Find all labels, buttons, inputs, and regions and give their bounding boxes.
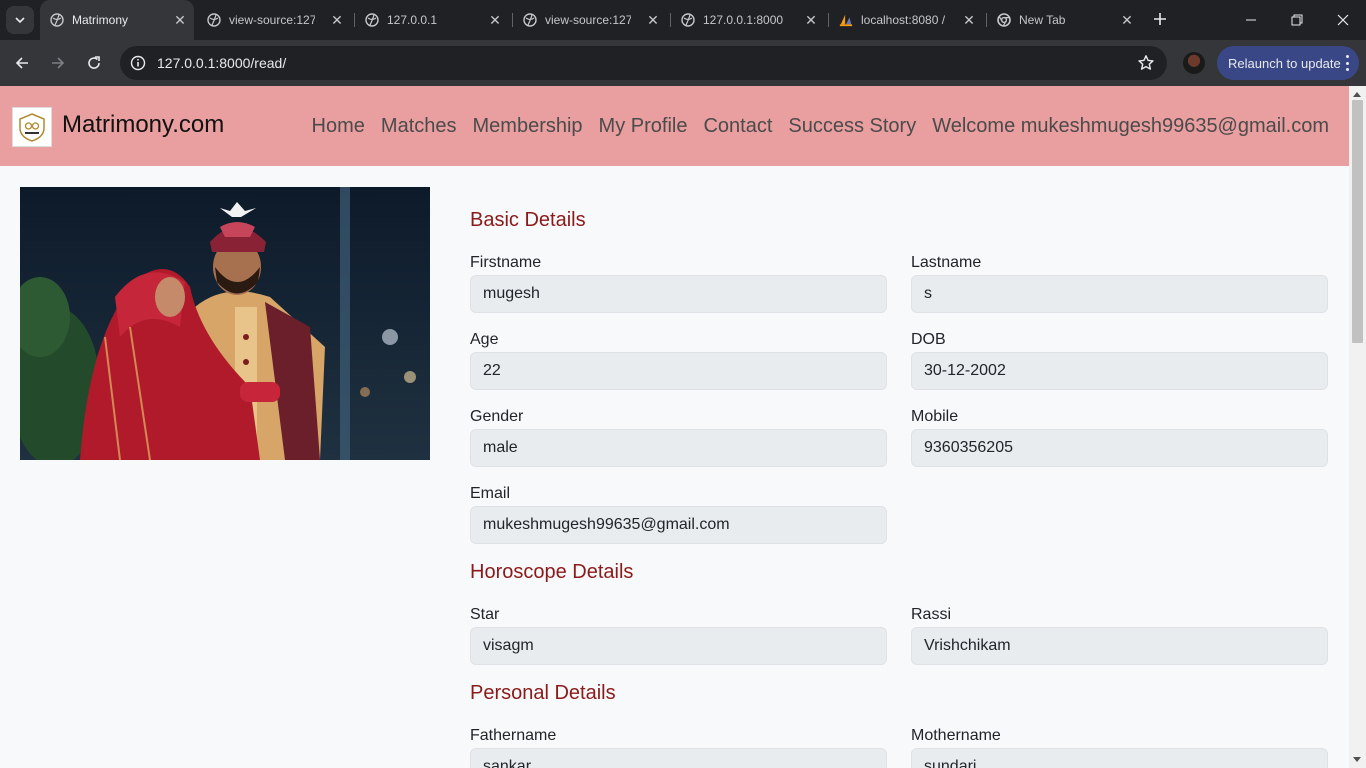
forward-button[interactable] bbox=[46, 51, 70, 75]
section-title-personal: Personal Details bbox=[470, 682, 616, 704]
label-gender: Gender bbox=[470, 408, 524, 425]
globe-icon bbox=[523, 13, 537, 27]
reload-icon bbox=[88, 56, 100, 69]
arrow-left-icon bbox=[15, 57, 28, 69]
bookmark-star-icon[interactable] bbox=[1137, 54, 1155, 72]
site-navbar: Matrimony.com Home Matches Membership My… bbox=[0, 86, 1349, 166]
dob-field[interactable]: 30-12-2002 bbox=[911, 352, 1328, 390]
tab-search-button[interactable] bbox=[6, 6, 34, 34]
mothername-field[interactable]: sundari bbox=[911, 748, 1328, 768]
globe-icon bbox=[207, 13, 221, 27]
section-title-horoscope: Horoscope Details bbox=[470, 561, 634, 583]
star-field[interactable]: visagm bbox=[470, 627, 887, 665]
tab-phpmyadmin[interactable]: localhost:8080 / ✕ bbox=[829, 0, 983, 40]
firstname-field[interactable]: mugesh bbox=[470, 275, 887, 313]
nav-welcome-user[interactable]: Welcome mukeshmugesh99635@gmail.com bbox=[932, 114, 1329, 138]
close-tab-icon[interactable]: ✕ bbox=[1119, 12, 1135, 28]
browser-toolbar: 127.0.0.1:8000/read/ Relaunch to update bbox=[0, 40, 1366, 86]
arrow-right-icon bbox=[52, 57, 65, 69]
nav-success-story[interactable]: Success Story bbox=[788, 114, 916, 138]
nav-membership[interactable]: Membership bbox=[473, 114, 583, 138]
close-window-button[interactable] bbox=[1328, 8, 1358, 32]
age-field[interactable]: 22 bbox=[470, 352, 887, 390]
site-logo[interactable] bbox=[12, 107, 52, 147]
fathername-field[interactable]: sankar bbox=[470, 748, 887, 768]
chrome-icon bbox=[997, 13, 1011, 27]
close-tab-icon[interactable]: ✕ bbox=[487, 12, 503, 28]
label-mobile: Mobile bbox=[911, 408, 959, 425]
lastname-field[interactable]: s bbox=[911, 275, 1328, 313]
new-tab-button[interactable] bbox=[1150, 10, 1170, 30]
globe-icon bbox=[681, 13, 695, 27]
restore-button[interactable] bbox=[1282, 8, 1312, 32]
rassi-field[interactable]: Vrishchikam bbox=[911, 627, 1328, 665]
scrollbar-thumb[interactable] bbox=[1352, 100, 1363, 343]
gender-field[interactable]: male bbox=[470, 429, 887, 467]
tab-title: view-source:127 bbox=[545, 13, 631, 27]
site-brand[interactable]: Matrimony.com bbox=[62, 111, 224, 139]
relaunch-button[interactable]: Relaunch to update bbox=[1217, 46, 1359, 80]
tab-localhost-1[interactable]: 127.0.0.1 ✕ bbox=[355, 0, 509, 40]
globe-icon bbox=[365, 13, 379, 27]
scroll-down-arrow-icon[interactable] bbox=[1353, 757, 1361, 762]
label-email: Email bbox=[470, 485, 511, 502]
label-age: Age bbox=[470, 331, 499, 348]
label-firstname: Firstname bbox=[470, 254, 542, 271]
close-icon bbox=[1337, 14, 1349, 26]
url-text[interactable]: 127.0.0.1:8000/read/ bbox=[157, 55, 286, 71]
tab-title: localhost:8080 / bbox=[861, 13, 946, 27]
reload-button[interactable] bbox=[82, 51, 106, 75]
label-fathername: Fathername bbox=[470, 727, 557, 744]
address-bar[interactable]: 127.0.0.1:8000/read/ bbox=[120, 46, 1167, 80]
back-button[interactable] bbox=[10, 51, 34, 75]
tab-title: New Tab bbox=[1019, 13, 1066, 27]
close-tab-icon[interactable]: ✕ bbox=[329, 12, 345, 28]
tab-matrimony[interactable]: Matrimony ✕ bbox=[40, 0, 194, 40]
label-star: Star bbox=[470, 606, 500, 623]
more-vert-icon bbox=[1345, 55, 1349, 71]
mobile-field[interactable]: 9360356205 bbox=[911, 429, 1328, 467]
tab-title: 127.0.0.1 bbox=[387, 13, 438, 27]
chevron-down-icon bbox=[15, 17, 25, 24]
nav-contact[interactable]: Contact bbox=[703, 114, 772, 138]
tab-view-source-2[interactable]: view-source:127 ✕ bbox=[513, 0, 667, 40]
close-tab-icon[interactable]: ✕ bbox=[803, 12, 819, 28]
nav-home[interactable]: Home bbox=[312, 114, 365, 138]
close-tab-icon[interactable]: ✕ bbox=[645, 12, 661, 28]
tab-strip: Matrimony ✕ view-source:127 ✕ 127.0.0.1 … bbox=[0, 0, 1366, 40]
scroll-up-arrow-icon[interactable] bbox=[1353, 92, 1361, 97]
page-viewport: Matrimony.com Home Matches Membership My… bbox=[0, 86, 1349, 768]
site-nav: Home Matches Membership My Profile Conta… bbox=[312, 114, 1329, 138]
tab-title: 127.0.0.1:8000 bbox=[703, 13, 784, 27]
section-title-basic: Basic Details bbox=[470, 209, 586, 231]
site-info-icon[interactable] bbox=[130, 55, 146, 71]
label-dob: DOB bbox=[911, 331, 946, 348]
relaunch-label: Relaunch to update bbox=[1228, 55, 1341, 71]
label-mothername: Mothername bbox=[911, 727, 1001, 744]
profile-avatar[interactable] bbox=[1183, 52, 1205, 74]
page-scrollbar[interactable] bbox=[1349, 86, 1366, 768]
close-tab-icon[interactable]: ✕ bbox=[961, 12, 977, 28]
label-lastname: Lastname bbox=[911, 254, 982, 271]
label-rassi: Rassi bbox=[911, 606, 952, 623]
tab-view-source-1[interactable]: view-source:127 ✕ bbox=[197, 0, 351, 40]
logo-emblem-icon bbox=[19, 113, 45, 142]
globe-icon bbox=[50, 13, 64, 27]
tab-title: Matrimony bbox=[72, 13, 129, 27]
tab-title: view-source:127 bbox=[229, 13, 315, 27]
restore-icon bbox=[1291, 14, 1303, 26]
minimize-icon bbox=[1246, 19, 1256, 21]
tab-new-tab[interactable]: New Tab ✕ bbox=[987, 0, 1141, 40]
minimize-button[interactable] bbox=[1236, 8, 1266, 32]
nav-my-profile[interactable]: My Profile bbox=[599, 114, 688, 138]
plus-icon bbox=[1154, 13, 1166, 25]
sailboat-icon bbox=[839, 13, 853, 27]
close-tab-icon[interactable]: ✕ bbox=[172, 12, 188, 28]
tab-localhost-2[interactable]: 127.0.0.1:8000 ✕ bbox=[671, 0, 825, 40]
nav-matches[interactable]: Matches bbox=[381, 114, 457, 138]
profile-photo bbox=[20, 187, 430, 460]
email-field[interactable]: mukeshmugesh99635@gmail.com bbox=[470, 506, 887, 544]
